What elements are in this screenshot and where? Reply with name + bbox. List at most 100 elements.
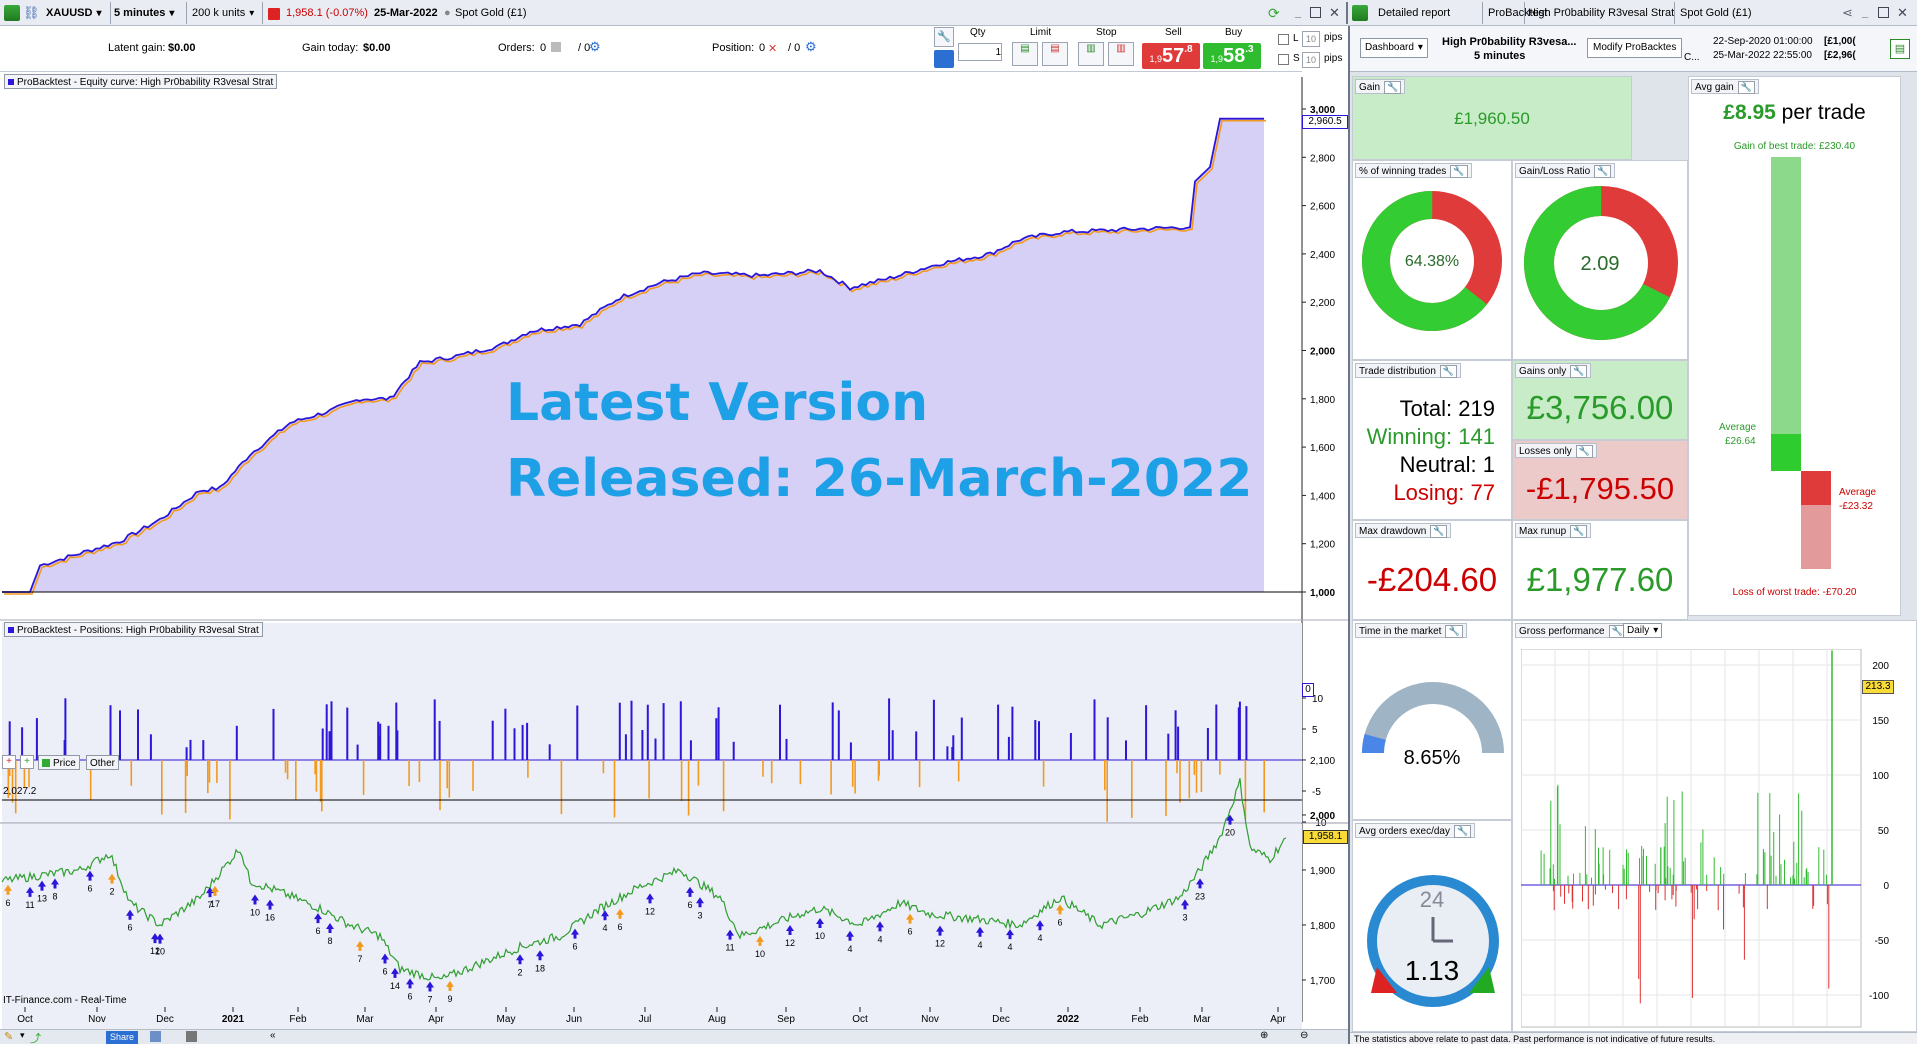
- position-close-icon[interactable]: ✕: [768, 42, 777, 55]
- zoom-out-icon[interactable]: ⊖: [1300, 1030, 1308, 1041]
- modify-probacktest-button[interactable]: Modify ProBacktes: [1587, 38, 1683, 58]
- from-date: 22-Sep-2020 01:00:00: [1713, 36, 1813, 47]
- max-runup-wrench-icon[interactable]: 🔧: [1570, 525, 1588, 538]
- price-x-label: Jun: [566, 1014, 582, 1025]
- position-settings-icon[interactable]: ⚙: [805, 39, 817, 55]
- share-icon[interactable]: ⋖: [1842, 3, 1853, 23]
- limit-buy-button[interactable]: ▤: [1012, 42, 1038, 66]
- share-button[interactable]: Share: [106, 1031, 139, 1044]
- chart-app-icon[interactable]: [4, 5, 20, 21]
- avg-pos-value: £26.64: [1725, 436, 1756, 447]
- add-indicator-icon[interactable]: +: [2, 755, 16, 769]
- best-trade-label: Gain of best trade: £230.40: [1733, 141, 1856, 152]
- units-selector[interactable]: 200 k units: [192, 3, 254, 23]
- print-icon[interactable]: [186, 1031, 197, 1042]
- limit-sell-button[interactable]: ▤: [1042, 42, 1068, 66]
- short-checkbox[interactable]: [1278, 54, 1289, 65]
- losses-only-wrench-icon[interactable]: 🔧: [1575, 445, 1594, 458]
- equity-y-label: 1,800: [1310, 395, 1335, 406]
- time-market-tile-title: Time in the market 🔧: [1355, 623, 1467, 638]
- trade-marker-label: 14: [390, 981, 400, 991]
- dashboard-selector[interactable]: Dashboard: [1360, 38, 1428, 58]
- max-dd-wrench-icon[interactable]: 🔧: [1430, 525, 1448, 538]
- wrench-icon[interactable]: 🔧: [934, 27, 954, 47]
- gains-only-wrench-icon[interactable]: 🔧: [1570, 365, 1588, 378]
- stop-sell-button[interactable]: ▥: [1108, 42, 1134, 66]
- keyboard-icon[interactable]: [934, 50, 954, 68]
- trade-marker-label: 12: [645, 906, 655, 916]
- long-label: L: [1293, 33, 1299, 44]
- gross-perf-y-label: -100: [1869, 991, 1889, 1002]
- scroll-left-icon[interactable]: «: [270, 1030, 276, 1041]
- tab-other[interactable]: Other: [86, 755, 120, 770]
- chart-icon[interactable]: ▤: [1890, 39, 1910, 59]
- tab-spot-gold[interactable]: Spot Gold (£1): [1680, 3, 1752, 23]
- stop-buy-button[interactable]: ▥: [1078, 42, 1104, 66]
- close-icon[interactable]: ✕: [1329, 3, 1340, 23]
- losing-label: Losing:: [1393, 480, 1465, 505]
- buy-button[interactable]: 1,958.3: [1203, 43, 1261, 69]
- sell-price-main: 57: [1161, 45, 1185, 67]
- buy-label: Buy: [1225, 27, 1243, 38]
- trade-dist-wrench-icon[interactable]: 🔧: [1439, 365, 1458, 378]
- gross-perf-mode-selector[interactable]: Daily: [1623, 623, 1663, 638]
- max-runup-tile-title: Max runup 🔧: [1515, 523, 1592, 538]
- report-minimize-icon[interactable]: _: [1862, 3, 1868, 23]
- time-market-wrench-icon[interactable]: 🔧: [1445, 625, 1463, 638]
- orders-settings-icon[interactable]: ⚙: [589, 39, 601, 55]
- gross-perf-last-value: 213.3: [1862, 680, 1894, 694]
- trade-marker-label: 11: [25, 900, 34, 910]
- long-checkbox[interactable]: [1278, 34, 1289, 45]
- avg-gain-value-line: £8.95 per trade: [1689, 101, 1900, 125]
- orders-icon[interactable]: [551, 42, 561, 52]
- tab-price-label: Price: [53, 758, 76, 769]
- price-x-label: Dec: [156, 1014, 174, 1025]
- avg-neg-value: -£23.32: [1839, 501, 1873, 512]
- price-ref-level: 2,027.2: [3, 786, 37, 797]
- losses-only-tile-title: Losses only 🔧: [1515, 443, 1598, 458]
- refresh-icon[interactable]: ⟳: [1268, 3, 1280, 23]
- equity-y-label: 1,000: [1310, 588, 1335, 599]
- price-x-label: 2021: [222, 1014, 245, 1025]
- sell-button[interactable]: 1,957.8: [1142, 43, 1200, 69]
- short-pips-label: pips: [1324, 53, 1343, 64]
- qty-input[interactable]: [958, 43, 1002, 61]
- gross-perf-y-label: -50: [1875, 936, 1890, 947]
- link-icon[interactable]: ⛓: [23, 3, 40, 23]
- report-maximize-icon[interactable]: [1878, 7, 1889, 18]
- pencil-icon[interactable]: ✎: [4, 1030, 13, 1043]
- zoom-in-icon[interactable]: ⊕: [1260, 1030, 1268, 1041]
- orders-label: Orders:: [498, 42, 535, 54]
- equity-y-axis: 3,0002,8002,6002,4002,2002,0001,8001,600…: [1302, 105, 1335, 599]
- symbol-selector[interactable]: XAUUSD: [46, 3, 101, 23]
- avg-gain-wrench-icon[interactable]: 🔧: [1737, 81, 1755, 94]
- positions-panel-title: ProBacktest - Positions: High Pr0babilit…: [4, 622, 263, 637]
- tab-strategy[interactable]: High Pr0bability R3vesal Strat: [1528, 3, 1674, 23]
- report-close-icon[interactable]: ✕: [1897, 3, 1908, 23]
- timeframe-selector[interactable]: 5 minutes: [114, 3, 174, 23]
- trade-marker-label: 4: [1007, 942, 1012, 952]
- price-x-label: Feb: [1131, 1014, 1149, 1025]
- max-dd-title-text: Max drawdown: [1359, 526, 1427, 537]
- save-icon[interactable]: [150, 1031, 161, 1042]
- losses-only-value: -£1,795.50: [1525, 471, 1675, 506]
- avg-orders-wrench-icon[interactable]: 🔧: [1453, 825, 1472, 838]
- add-panel-icon[interactable]: +: [20, 755, 34, 769]
- tab-price[interactable]: Price: [38, 755, 80, 770]
- price-x-label: Jul: [639, 1014, 652, 1025]
- to-date: 25-Mar-2022 22:55:00: [1713, 50, 1812, 61]
- minimize-icon[interactable]: _: [1295, 3, 1301, 23]
- gl-ratio-wrench-icon[interactable]: 🔧: [1594, 165, 1612, 178]
- long-pips-input[interactable]: 10: [1302, 31, 1320, 47]
- winning-pct-wrench-icon[interactable]: 🔧: [1450, 165, 1468, 178]
- price-y-label: 2,000: [1310, 811, 1335, 822]
- tab-detailed-report[interactable]: Detailed report: [1378, 3, 1450, 23]
- gain-tile: Gain 🔧 £1,960.50: [1352, 76, 1632, 160]
- trade-marker-label: 2: [109, 887, 114, 897]
- report-app-icon[interactable]: [1352, 5, 1368, 21]
- gain-wrench-icon[interactable]: 🔧: [1384, 81, 1402, 94]
- maximize-icon[interactable]: [1310, 7, 1321, 18]
- pencil-dropdown-icon[interactable]: ▾: [20, 1030, 25, 1041]
- short-pips-input[interactable]: 10: [1302, 52, 1320, 68]
- trade-marker-label: 6: [1057, 917, 1062, 927]
